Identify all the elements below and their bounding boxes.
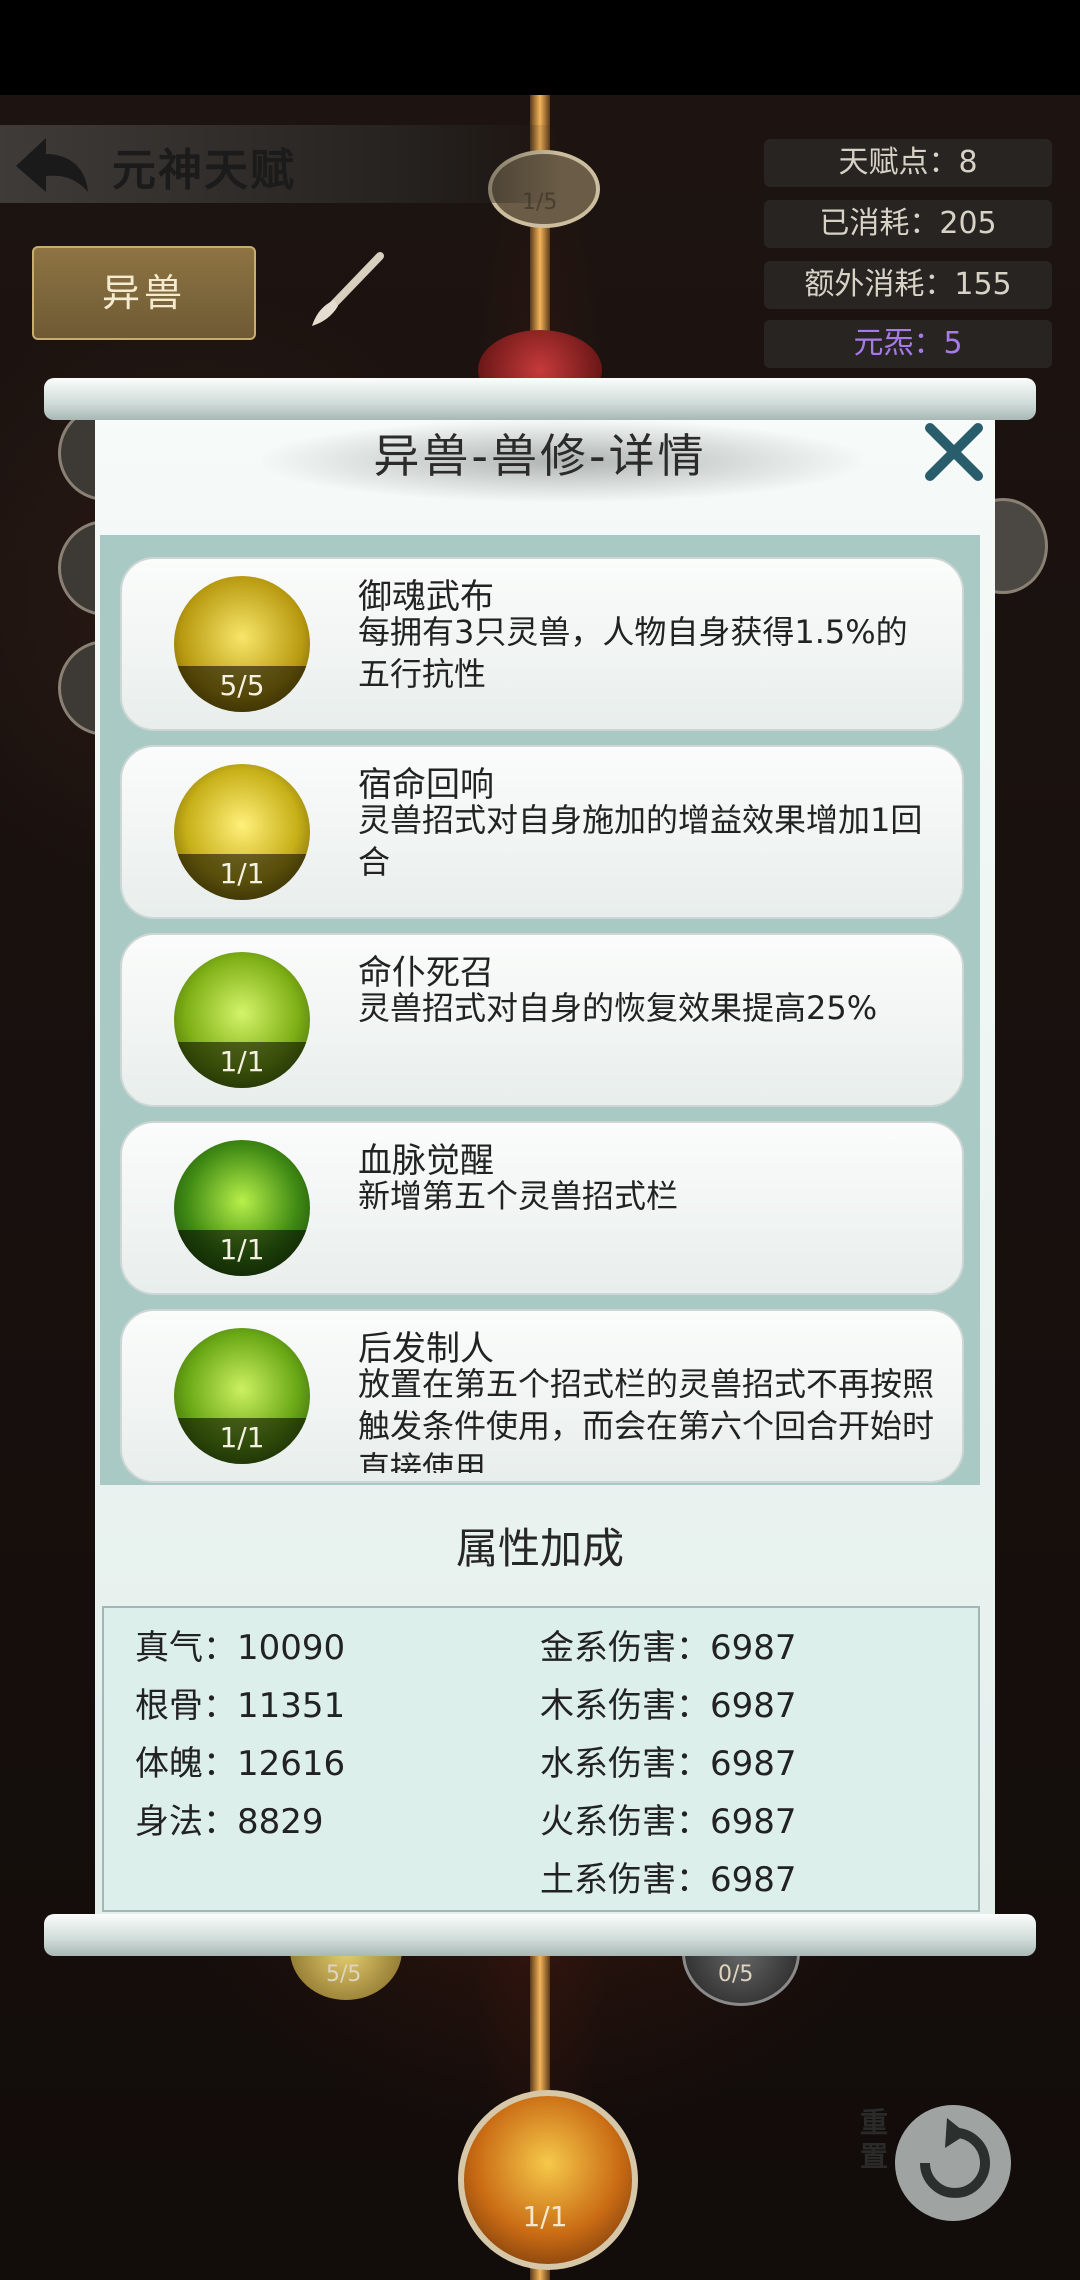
talent-icon-mingpu: 1/1: [174, 952, 310, 1088]
talent-desc: 新增第五个灵兽招式栏: [358, 1177, 679, 1215]
talent-icon-houfa: 1/1: [174, 1328, 310, 1464]
status-bar: [0, 0, 1080, 95]
back-arrow-icon: [16, 138, 88, 192]
attr-shui-damage: 水系伤害：6987: [540, 1744, 797, 1784]
tree-node-bottom[interactable]: [458, 2090, 638, 2270]
talent-level: 1/1: [174, 1418, 310, 1464]
talent-card[interactable]: 1/1 血脉觉醒 新增第五个灵兽招式栏: [120, 1121, 964, 1295]
panel-title: 异兽-兽修-详情: [373, 429, 707, 483]
talent-desc: 每拥有3只灵兽，人物自身获得1.5%的五行抗性: [358, 613, 908, 693]
yuanliao-points: 元炁：5: [764, 320, 1052, 368]
close-button[interactable]: [922, 420, 986, 484]
attr-shenfa: 身法：8829: [135, 1802, 324, 1842]
talent-icon-xuemai: 1/1: [174, 1140, 310, 1276]
back-button[interactable]: [12, 130, 92, 200]
brush-tab-button[interactable]: [300, 250, 390, 330]
talent-card[interactable]: 1/1 宿命回响 灵兽招式对自身施加的增益效果增加1回合: [120, 745, 964, 919]
talent-icon-yuhun: 5/5: [174, 576, 310, 712]
talent-level: 1/1: [174, 1042, 310, 1088]
attr-tu-damage: 土系伤害：6987: [540, 1860, 797, 1900]
consumed-points: 已消耗：205: [764, 200, 1052, 248]
attribute-heading: 属性加成: [455, 1524, 624, 1573]
attr-jin-damage: 金系伤害：6987: [540, 1628, 797, 1668]
talent-icon-suming: 1/1: [174, 764, 310, 900]
reset-label: 重置: [860, 2106, 889, 2173]
talent-card[interactable]: 1/1 命仆死召 灵兽招式对自身的恢复效果提高25%: [120, 933, 964, 1107]
tab-yishou[interactable]: 异兽: [32, 246, 256, 340]
attr-gengu: 根骨：11351: [135, 1686, 346, 1726]
tree-node-left-label: 5/5: [326, 1962, 362, 1987]
tree-node-bottom-label: 1/1: [522, 2200, 568, 2233]
attr-tipo: 体魄：12616: [135, 1744, 346, 1784]
close-icon: [925, 423, 983, 481]
talent-card[interactable]: 1/1 后发制人 放置在第五个招式栏的灵兽招式不再按照触发条件使用，而会在第六个…: [120, 1309, 964, 1483]
talent-desc: 灵兽招式对自身的恢复效果提高25%: [358, 989, 878, 1027]
scroll-rod-top: [44, 378, 1036, 420]
attr-mu-damage: 木系伤害：6987: [540, 1686, 797, 1726]
extra-consumed-points: 额外消耗：155: [764, 261, 1052, 309]
talent-list[interactable]: 5/5 御魂武布 每拥有3只灵兽，人物自身获得1.5%的五行抗性 1/1 宿命回…: [100, 535, 980, 1485]
attr-huo-damage: 火系伤害：6987: [540, 1802, 797, 1842]
brush-icon: [312, 252, 384, 326]
talent-card[interactable]: 5/5 御魂武布 每拥有3只灵兽，人物自身获得1.5%的五行抗性: [120, 557, 964, 731]
talent-level: 1/1: [174, 1230, 310, 1276]
talent-level: 5/5: [174, 666, 310, 712]
talent-level: 1/1: [174, 854, 310, 900]
talent-desc: 灵兽招式对自身施加的增益效果增加1回合: [358, 801, 923, 881]
tree-node-right-label: 0/5: [718, 1962, 754, 1987]
talent-desc: 放置在第五个招式栏的灵兽招式不再按照触发条件使用，而会在第六个回合开始时直接使用: [358, 1365, 935, 1473]
talent-points: 天赋点：8: [764, 139, 1052, 187]
attr-zhenqi: 真气：10090: [135, 1628, 346, 1668]
page-title: 元神天赋: [112, 145, 296, 196]
scroll-rod-bottom: [44, 1914, 1036, 1956]
